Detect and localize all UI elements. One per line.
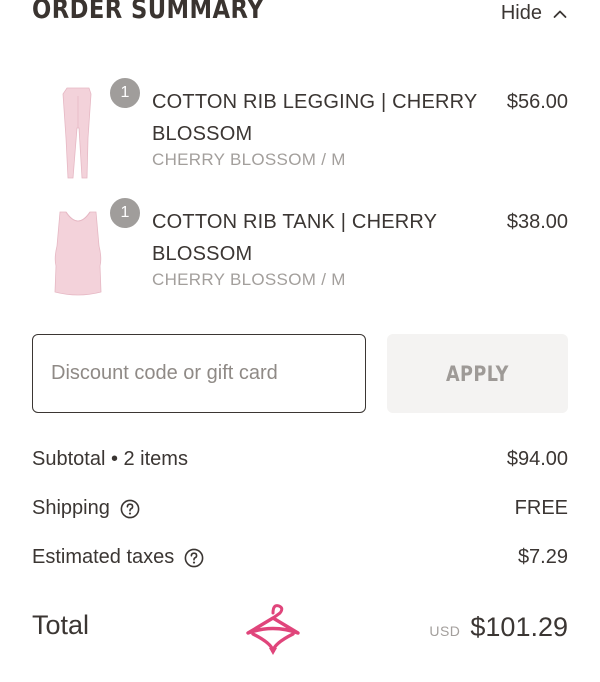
legging-thumbnail — [62, 87, 92, 179]
chevron-up-icon — [553, 10, 567, 18]
shipping-row: Shipping FREE — [32, 497, 568, 527]
item-variant: CHERRY BLOSSOM / M — [152, 270, 346, 289]
shipping-value: FREE — [514, 497, 568, 519]
total-amount-group: USD $101.29 — [429, 612, 568, 643]
taxes-row: Estimated taxes $7.29 — [32, 546, 568, 576]
discount-code-input[interactable] — [32, 334, 366, 413]
apply-discount-button[interactable]: APPLY — [387, 334, 568, 413]
tank-top-thumbnail — [54, 211, 102, 296]
quantity-badge: 1 — [108, 196, 142, 230]
item-name: COTTON RIB LEGGING | CHERRY BLOSSOM — [152, 91, 478, 145]
total-value: $101.29 — [470, 612, 568, 642]
taxes-label: Estimated taxes — [32, 546, 175, 568]
quantity-badge: 1 — [108, 76, 142, 110]
line-item: 1 COTTON RIB TANK | CHERRY BLOSSOM CHERR… — [32, 196, 568, 306]
subtotal-row: Subtotal • 2 items $94.00 — [32, 448, 568, 478]
subtotal-label: Subtotal • 2 items — [32, 448, 188, 470]
question-circle-icon[interactable] — [120, 499, 140, 519]
apply-button-label: APPLY — [446, 361, 509, 386]
taxes-value: $7.29 — [517, 546, 568, 568]
hanger-logo-icon — [246, 604, 300, 655]
hide-label: Hide — [500, 2, 542, 24]
shipping-label: Shipping — [32, 497, 110, 519]
shipping-label-group: Shipping — [32, 497, 140, 520]
currency-code: USD — [429, 623, 461, 639]
total-label: Total — [32, 610, 90, 640]
hide-summary-toggle[interactable]: Hide — [501, 2, 568, 25]
subtotal-value: $94.00 — [506, 448, 568, 470]
item-price: $56.00 — [506, 91, 568, 113]
item-price: $38.00 — [506, 211, 568, 233]
order-summary-title: ORDER SUMMARY — [32, 0, 264, 25]
taxes-label-group: Estimated taxes — [32, 546, 204, 569]
item-name: COTTON RIB TANK | CHERRY BLOSSOM — [152, 211, 437, 265]
item-variant: CHERRY BLOSSOM / M — [152, 150, 346, 169]
order-summary-header: ORDER SUMMARY Hide — [32, 0, 568, 32]
question-circle-icon[interactable] — [184, 548, 204, 568]
line-item: 1 COTTON RIB LEGGING | CHERRY BLOSSOM CH… — [32, 76, 568, 186]
